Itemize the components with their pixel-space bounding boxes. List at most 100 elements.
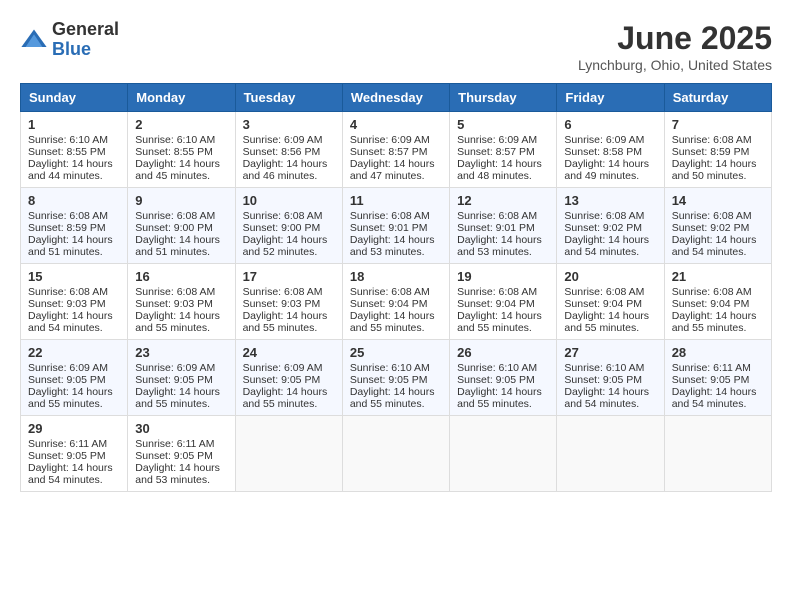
day-number: 14 (672, 193, 764, 208)
day-number: 19 (457, 269, 549, 284)
daylight: Daylight: 14 hours and 44 minutes. (28, 158, 113, 182)
daylight: Daylight: 14 hours and 47 minutes. (350, 158, 435, 182)
calendar-week-row: 15Sunrise: 6:08 AMSunset: 9:03 PMDayligh… (21, 264, 772, 340)
day-number: 12 (457, 193, 549, 208)
sunrise: Sunrise: 6:11 AM (135, 438, 214, 450)
day-number: 9 (135, 193, 227, 208)
daylight: Daylight: 14 hours and 50 minutes. (672, 158, 757, 182)
day-number: 7 (672, 117, 764, 132)
calendar-table: SundayMondayTuesdayWednesdayThursdayFrid… (20, 83, 772, 492)
sunset: Sunset: 8:58 PM (564, 146, 642, 158)
daylight: Daylight: 14 hours and 55 minutes. (564, 310, 649, 334)
daylight: Daylight: 14 hours and 55 minutes. (243, 310, 328, 334)
daylight: Daylight: 14 hours and 46 minutes. (243, 158, 328, 182)
daylight: Daylight: 14 hours and 55 minutes. (135, 386, 220, 410)
sunrise: Sunrise: 6:09 AM (564, 134, 644, 146)
month-title: June 2025 (578, 20, 772, 57)
day-number: 24 (243, 345, 335, 360)
calendar-cell: 17Sunrise: 6:08 AMSunset: 9:03 PMDayligh… (235, 264, 342, 340)
sunrise: Sunrise: 6:10 AM (457, 362, 537, 374)
sunrise: Sunrise: 6:08 AM (135, 210, 215, 222)
day-number: 28 (672, 345, 764, 360)
day-number: 5 (457, 117, 549, 132)
daylight: Daylight: 14 hours and 54 minutes. (672, 234, 757, 258)
sunrise: Sunrise: 6:08 AM (672, 210, 752, 222)
calendar-cell: 18Sunrise: 6:08 AMSunset: 9:04 PMDayligh… (342, 264, 449, 340)
calendar-cell (664, 416, 771, 492)
daylight: Daylight: 14 hours and 54 minutes. (564, 386, 649, 410)
logo-general: General (52, 20, 119, 40)
day-number: 20 (564, 269, 656, 284)
sunrise: Sunrise: 6:10 AM (350, 362, 430, 374)
daylight: Daylight: 14 hours and 53 minutes. (457, 234, 542, 258)
calendar-cell: 1Sunrise: 6:10 AMSunset: 8:55 PMDaylight… (21, 112, 128, 188)
calendar-cell: 25Sunrise: 6:10 AMSunset: 9:05 PMDayligh… (342, 340, 449, 416)
sunset: Sunset: 8:57 PM (457, 146, 535, 158)
sunrise: Sunrise: 6:09 AM (243, 134, 323, 146)
sunset: Sunset: 9:04 PM (672, 298, 750, 310)
sunrise: Sunrise: 6:08 AM (457, 286, 537, 298)
sunrise: Sunrise: 6:08 AM (350, 286, 430, 298)
calendar-cell: 7Sunrise: 6:08 AMSunset: 8:59 PMDaylight… (664, 112, 771, 188)
day-number: 11 (350, 193, 442, 208)
daylight: Daylight: 14 hours and 51 minutes. (28, 234, 113, 258)
day-number: 2 (135, 117, 227, 132)
daylight: Daylight: 14 hours and 52 minutes. (243, 234, 328, 258)
sunset: Sunset: 8:59 PM (28, 222, 106, 234)
daylight: Daylight: 14 hours and 53 minutes. (350, 234, 435, 258)
sunset: Sunset: 9:05 PM (135, 374, 213, 386)
weekday-header: Saturday (664, 84, 771, 112)
calendar-cell: 13Sunrise: 6:08 AMSunset: 9:02 PMDayligh… (557, 188, 664, 264)
calendar-cell: 10Sunrise: 6:08 AMSunset: 9:00 PMDayligh… (235, 188, 342, 264)
sunrise: Sunrise: 6:08 AM (350, 210, 430, 222)
day-number: 8 (28, 193, 120, 208)
calendar-cell: 4Sunrise: 6:09 AMSunset: 8:57 PMDaylight… (342, 112, 449, 188)
day-number: 22 (28, 345, 120, 360)
calendar-cell: 8Sunrise: 6:08 AMSunset: 8:59 PMDaylight… (21, 188, 128, 264)
sunset: Sunset: 9:02 PM (564, 222, 642, 234)
calendar-cell: 11Sunrise: 6:08 AMSunset: 9:01 PMDayligh… (342, 188, 449, 264)
day-number: 25 (350, 345, 442, 360)
daylight: Daylight: 14 hours and 49 minutes. (564, 158, 649, 182)
daylight: Daylight: 14 hours and 55 minutes. (243, 386, 328, 410)
sunset: Sunset: 9:00 PM (135, 222, 213, 234)
weekday-header: Sunday (21, 84, 128, 112)
weekday-header: Wednesday (342, 84, 449, 112)
calendar-cell: 12Sunrise: 6:08 AMSunset: 9:01 PMDayligh… (450, 188, 557, 264)
sunset: Sunset: 9:05 PM (350, 374, 428, 386)
day-number: 29 (28, 421, 120, 436)
sunrise: Sunrise: 6:08 AM (243, 210, 323, 222)
calendar-cell: 3Sunrise: 6:09 AMSunset: 8:56 PMDaylight… (235, 112, 342, 188)
sunset: Sunset: 9:05 PM (457, 374, 535, 386)
sunset: Sunset: 9:05 PM (28, 374, 106, 386)
day-number: 23 (135, 345, 227, 360)
weekday-header: Monday (128, 84, 235, 112)
calendar-cell: 26Sunrise: 6:10 AMSunset: 9:05 PMDayligh… (450, 340, 557, 416)
calendar-cell: 15Sunrise: 6:08 AMSunset: 9:03 PMDayligh… (21, 264, 128, 340)
sunrise: Sunrise: 6:09 AM (243, 362, 323, 374)
calendar-cell: 16Sunrise: 6:08 AMSunset: 9:03 PMDayligh… (128, 264, 235, 340)
calendar-cell: 5Sunrise: 6:09 AMSunset: 8:57 PMDaylight… (450, 112, 557, 188)
sunrise: Sunrise: 6:08 AM (243, 286, 323, 298)
day-number: 15 (28, 269, 120, 284)
calendar-cell: 27Sunrise: 6:10 AMSunset: 9:05 PMDayligh… (557, 340, 664, 416)
logo: General Blue (20, 20, 119, 60)
sunset: Sunset: 9:05 PM (564, 374, 642, 386)
calendar-cell: 30Sunrise: 6:11 AMSunset: 9:05 PMDayligh… (128, 416, 235, 492)
sunrise: Sunrise: 6:10 AM (564, 362, 644, 374)
daylight: Daylight: 14 hours and 53 minutes. (135, 462, 220, 486)
weekday-header: Thursday (450, 84, 557, 112)
weekday-header: Friday (557, 84, 664, 112)
sunrise: Sunrise: 6:11 AM (672, 362, 751, 374)
calendar-week-row: 22Sunrise: 6:09 AMSunset: 9:05 PMDayligh… (21, 340, 772, 416)
sunset: Sunset: 8:55 PM (135, 146, 213, 158)
sunrise: Sunrise: 6:08 AM (564, 286, 644, 298)
sunset: Sunset: 9:01 PM (457, 222, 535, 234)
calendar-cell: 6 Sunrise: 6:09 AMSunset: 8:58 PMDaylight… (557, 112, 664, 188)
sunset: Sunset: 8:56 PM (243, 146, 321, 158)
sunset: Sunset: 9:03 PM (243, 298, 321, 310)
day-number: 10 (243, 193, 335, 208)
calendar-cell: 21Sunrise: 6:08 AMSunset: 9:04 PMDayligh… (664, 264, 771, 340)
day-number: 6 (564, 117, 656, 132)
sunrise: Sunrise: 6:10 AM (135, 134, 215, 146)
